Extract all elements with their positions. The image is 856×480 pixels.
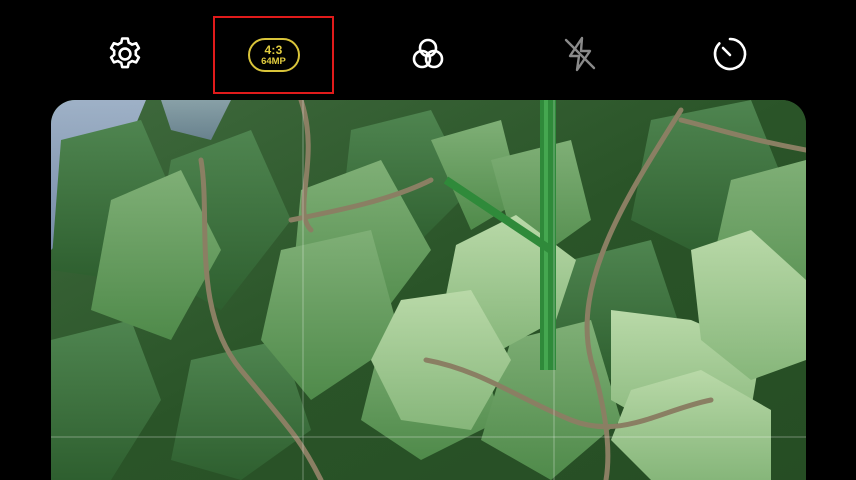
aspect-ratio-button[interactable]: 4:3 64MP <box>213 16 334 94</box>
flash-off-icon <box>560 34 600 79</box>
timer-button[interactable] <box>708 34 752 78</box>
aspect-ratio-label: 4:3 <box>264 42 283 57</box>
camera-toolbar: 4:3 64MP <box>0 0 856 98</box>
filters-button[interactable] <box>406 34 450 78</box>
settings-button[interactable] <box>103 34 147 78</box>
timer-icon <box>710 34 750 79</box>
aspect-ratio-badge: 4:3 64MP <box>247 38 300 72</box>
gear-icon <box>106 35 144 78</box>
filters-icon <box>408 34 448 79</box>
viewfinder-preview-image <box>51 100 806 480</box>
resolution-label: 64MP <box>261 55 286 67</box>
flash-button[interactable] <box>558 34 602 78</box>
camera-viewfinder[interactable] <box>51 100 806 480</box>
